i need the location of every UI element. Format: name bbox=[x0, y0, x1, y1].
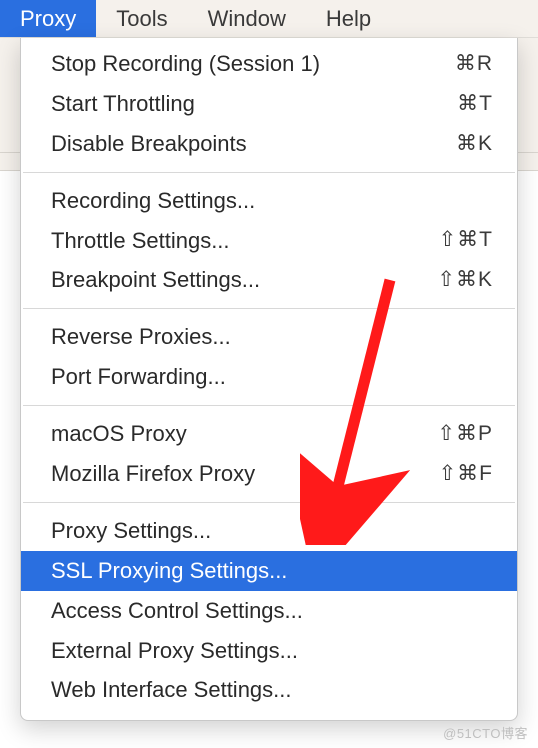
menu-item-shortcut: ⌘R bbox=[455, 49, 493, 79]
menubar: ProxyToolsWindowHelp bbox=[0, 0, 538, 38]
menu-item-label: Start Throttling bbox=[51, 88, 195, 120]
menu-item-label: Mozilla Firefox Proxy bbox=[51, 458, 255, 490]
menu-item-proxy-settings[interactable]: Proxy Settings... bbox=[21, 511, 517, 551]
menu-item-shortcut: ⇧⌘F bbox=[439, 459, 493, 489]
menu-item-label: Proxy Settings... bbox=[51, 515, 211, 547]
menu-item-disable-breakpoints[interactable]: Disable Breakpoints ⌘K bbox=[21, 124, 517, 164]
menu-item-macos-proxy[interactable]: macOS Proxy ⇧⌘P bbox=[21, 414, 517, 454]
menu-item-label: macOS Proxy bbox=[51, 418, 187, 450]
menu-item-label: Stop Recording (Session 1) bbox=[51, 48, 320, 80]
menu-item-reverse-proxies[interactable]: Reverse Proxies... bbox=[21, 317, 517, 357]
menu-item-throttle-settings[interactable]: Throttle Settings... ⇧⌘T bbox=[21, 221, 517, 261]
menu-item-access-control-settings[interactable]: Access Control Settings... bbox=[21, 591, 517, 631]
menu-item-shortcut: ⌘K bbox=[456, 129, 493, 159]
menu-item-web-interface-settings[interactable]: Web Interface Settings... bbox=[21, 670, 517, 710]
menu-item-ssl-proxying-settings[interactable]: SSL Proxying Settings... bbox=[21, 551, 517, 591]
menu-item-label: External Proxy Settings... bbox=[51, 635, 298, 667]
menu-separator bbox=[23, 172, 515, 173]
proxy-menu-dropdown: Stop Recording (Session 1) ⌘R Start Thrott… bbox=[20, 38, 518, 721]
menu-item-breakpoint-settings[interactable]: Breakpoint Settings... ⇧⌘K bbox=[21, 260, 517, 300]
menu-item-label: Port Forwarding... bbox=[51, 361, 226, 393]
menu-item-start-throttling[interactable]: Start Throttling ⌘T bbox=[21, 84, 517, 124]
menu-item-mozilla-firefox-proxy[interactable]: Mozilla Firefox Proxy ⇧⌘F bbox=[21, 454, 517, 494]
menu-item-label: Reverse Proxies... bbox=[51, 321, 231, 353]
menu-separator bbox=[23, 502, 515, 503]
menu-item-port-forwarding[interactable]: Port Forwarding... bbox=[21, 357, 517, 397]
menubar-item-tools[interactable]: Tools bbox=[96, 0, 187, 37]
menu-item-label: Breakpoint Settings... bbox=[51, 264, 260, 296]
menu-item-shortcut: ⇧⌘T bbox=[439, 225, 493, 255]
menubar-item-proxy[interactable]: Proxy bbox=[0, 0, 96, 37]
menu-item-label: Disable Breakpoints bbox=[51, 128, 247, 160]
menu-item-shortcut: ⇧⌘P bbox=[437, 419, 493, 449]
menu-item-label: Web Interface Settings... bbox=[51, 674, 292, 706]
menu-item-stop-recording-session-1[interactable]: Stop Recording (Session 1) ⌘R bbox=[21, 44, 517, 84]
menu-item-label: Recording Settings... bbox=[51, 185, 255, 217]
watermark-text: @51CTO博客 bbox=[443, 723, 528, 742]
menu-item-shortcut: ⌘T bbox=[457, 89, 493, 119]
menu-item-label: Access Control Settings... bbox=[51, 595, 303, 627]
menubar-item-help[interactable]: Help bbox=[306, 0, 391, 37]
menu-item-label: SSL Proxying Settings... bbox=[51, 555, 287, 587]
menu-item-shortcut: ⇧⌘K bbox=[437, 265, 493, 295]
menu-item-label: Throttle Settings... bbox=[51, 225, 230, 257]
menu-separator bbox=[23, 308, 515, 309]
menubar-item-window[interactable]: Window bbox=[188, 0, 306, 37]
menu-item-recording-settings[interactable]: Recording Settings... bbox=[21, 181, 517, 221]
menu-item-external-proxy-settings[interactable]: External Proxy Settings... bbox=[21, 631, 517, 671]
menu-separator bbox=[23, 405, 515, 406]
